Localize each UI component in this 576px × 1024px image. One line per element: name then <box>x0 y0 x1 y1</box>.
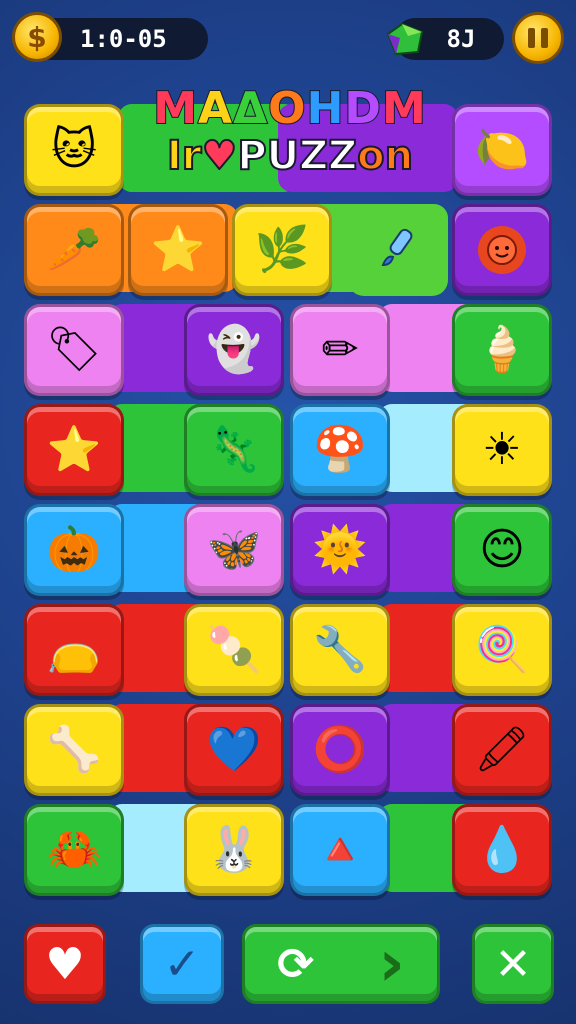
title-line-2: Ir♥PUZZon <box>166 133 414 179</box>
tile-leaf[interactable]: 🌿 <box>232 204 332 296</box>
tile-wrench[interactable]: 🔧 <box>290 604 390 696</box>
tile-cone[interactable]: 🔺 <box>290 804 390 896</box>
tile-star-big[interactable]: ⭐ <box>24 404 124 496</box>
tile-tag[interactable]: 🏷 <box>24 304 124 396</box>
tile-cat[interactable]: 🐱 <box>24 104 124 196</box>
tile-icecream[interactable]: 🍦 <box>452 304 552 396</box>
coin-icon: $ <box>12 12 62 62</box>
title-line-1: MAΔOHDM <box>152 83 427 135</box>
tile-brush[interactable] <box>348 204 448 296</box>
close-button[interactable]: ✕ <box>472 924 554 1004</box>
tile-sun-flower[interactable] <box>452 204 552 296</box>
tile-pumpkin[interactable]: 🎃 <box>24 504 124 596</box>
tile-lollipop[interactable]: 🍭 <box>452 604 552 696</box>
tile-star[interactable]: ⭐ <box>128 204 228 296</box>
tile-lizard[interactable]: 🦎 <box>184 404 284 496</box>
tile-drop[interactable]: 💧 <box>452 804 552 896</box>
tile-sunface[interactable]: 🌞 <box>290 504 390 596</box>
tile-heart[interactable]: 💙 <box>184 704 284 796</box>
tile-carrot[interactable]: 🥕 <box>24 204 124 296</box>
refresh-icon: ⟳ <box>277 938 315 990</box>
tile-pencil[interactable]: ✏ <box>290 304 390 396</box>
tile-mushroom[interactable]: 🍄 <box>290 404 390 496</box>
tile-bone[interactable]: 🦴 <box>24 704 124 796</box>
heart-icon: ♥ <box>45 938 85 990</box>
tile-sun[interactable]: ☀ <box>452 404 552 496</box>
tile-lemon[interactable]: 🍋 <box>452 104 552 196</box>
heart-button[interactable]: ♥ <box>24 924 106 1004</box>
timer-text: 1:0-05 <box>80 25 167 53</box>
close-icon: ✕ <box>494 938 532 990</box>
tile-ring[interactable]: ⭕ <box>290 704 390 796</box>
pause-button[interactable] <box>512 12 564 64</box>
tile-crayon[interactable]: 🖍 <box>452 704 552 796</box>
gem-count: 8J <box>446 25 476 53</box>
check-icon: ✓ <box>163 938 201 990</box>
tile-crab[interactable]: 🦀 <box>24 804 124 896</box>
refresh-next-button[interactable]: ⟳ › <box>242 924 440 1004</box>
gem-icon <box>386 22 424 56</box>
arrow-right-icon: › <box>378 927 405 1001</box>
flower-icon <box>478 226 526 274</box>
tile-butterfly[interactable]: 🦋 <box>184 504 284 596</box>
tile-ghost[interactable]: 👻 <box>184 304 284 396</box>
game-title: MAΔOHDM Ir♥PUZZon <box>130 83 450 180</box>
tile-popsicle[interactable]: 🍡 <box>184 604 284 696</box>
puzzle-board: 🐱 🍋 🥕 ⭐ 🌿 🏷 👻 ✏ 🍦 ⭐ 🦎 🍄 ☀ 🎃 🦋 🌞 😊 👝 🍡 🔧 … <box>18 96 558 900</box>
check-button[interactable]: ✓ <box>140 924 224 1004</box>
tile-bunny[interactable]: 🐰 <box>184 804 284 896</box>
tile-bag[interactable]: 👝 <box>24 604 124 696</box>
tile-smiley[interactable]: 😊 <box>452 504 552 596</box>
paintbrush-icon <box>381 228 413 267</box>
